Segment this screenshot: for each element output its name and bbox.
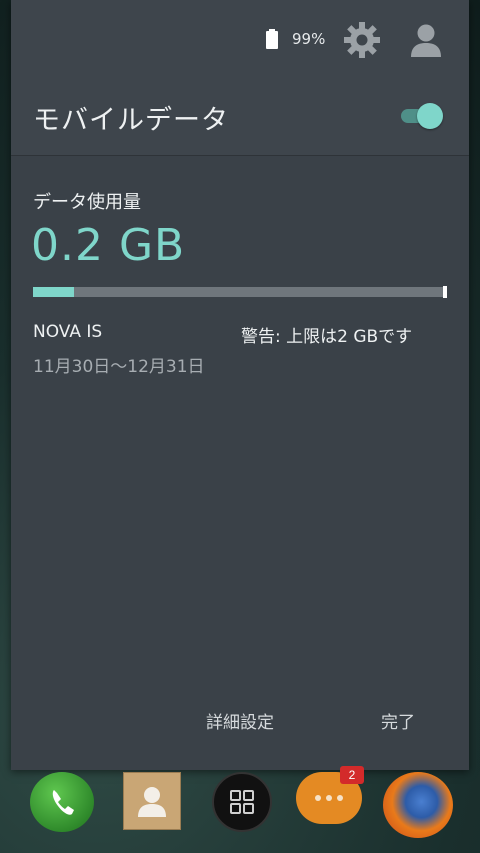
mobile-data-title: モバイルデータ [33, 105, 229, 136]
toggle-thumb [417, 103, 443, 129]
data-usage-value: 0.2 GB [31, 220, 186, 271]
user-icon[interactable] [409, 22, 443, 58]
battery-icon [266, 29, 278, 49]
carrier-name: NOVA IS [33, 322, 103, 342]
firefox-app-icon[interactable] [383, 772, 453, 838]
data-usage-label: データ使用量 [33, 192, 141, 213]
phone-handset-icon [52, 790, 74, 815]
usage-warning: 警告: 上限は2 GBです [241, 327, 413, 347]
details-settings-button[interactable]: 詳細設定 [206, 708, 274, 733]
usage-limit-marker [443, 286, 447, 298]
done-button[interactable]: 完了 [381, 708, 415, 733]
billing-period: 11月30日〜12月31日 [33, 357, 205, 377]
contacts-person-icon [138, 787, 166, 817]
home-dock: 2 [0, 766, 480, 853]
phone-app-icon[interactable] [30, 772, 94, 832]
battery-percent: 99% [292, 30, 326, 48]
usage-progress-fill [33, 287, 75, 297]
usage-progress-bar [33, 286, 447, 298]
status-row: 99% [11, 18, 469, 62]
panel-header: 99% モバイルデータ [11, 0, 469, 156]
messages-badge: 2 [340, 766, 364, 784]
grid-icon [230, 790, 254, 814]
mobile-data-toggle[interactable] [399, 100, 447, 132]
quick-settings-panel: 99% モバイルデータ データ使用量 0.2 GB NOVA IS 警告: 上限… [11, 0, 469, 770]
app-drawer-icon[interactable] [212, 772, 272, 832]
gear-icon[interactable] [343, 21, 381, 59]
contacts-app-icon[interactable] [123, 772, 181, 830]
